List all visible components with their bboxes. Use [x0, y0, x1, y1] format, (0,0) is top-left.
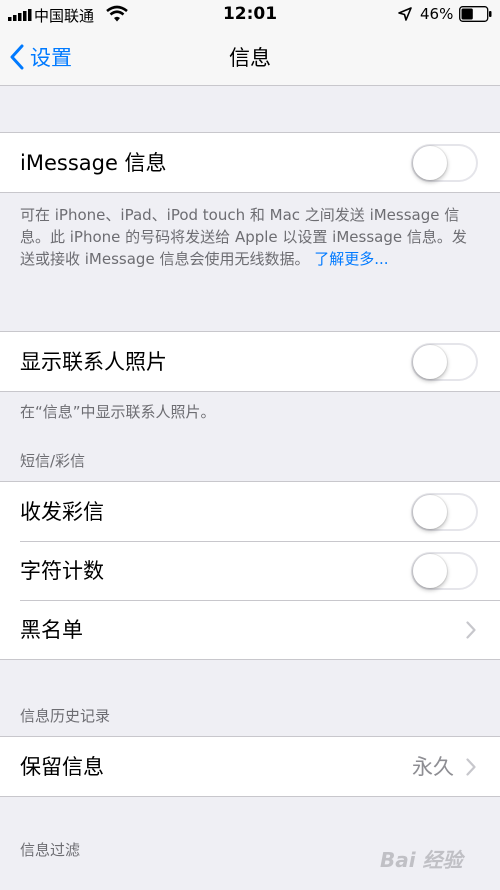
chevron-right-icon [466, 758, 476, 776]
char-count-row: 字符计数 [0, 541, 500, 600]
contact-photos-group: 显示联系人照片 [0, 331, 500, 392]
contact-photos-row: 显示联系人照片 [0, 332, 500, 391]
imessage-label: iMessage 信息 [20, 151, 167, 175]
baidu-watermark: Bai 经验 [380, 834, 495, 882]
char-count-label: 字符计数 [20, 559, 104, 583]
mms-row: 收发彩信 [0, 482, 500, 541]
imessage-footer-text: 可在 iPhone、iPad、iPod touch 和 Mac 之间发送 iMe… [20, 206, 467, 268]
toggle-knob [413, 345, 447, 379]
char-count-toggle[interactable] [411, 552, 478, 590]
keep-messages-row[interactable]: 保留信息 永久 [0, 737, 500, 796]
battery-icon [459, 6, 492, 22]
history-header: 信息历史记录 [20, 707, 111, 725]
keep-messages-label: 保留信息 [20, 755, 104, 779]
chevron-right-icon [466, 621, 476, 639]
sms-mms-header: 短信/彩信 [20, 452, 86, 470]
imessage-row: iMessage 信息 [0, 133, 500, 192]
imessage-toggle[interactable] [411, 144, 478, 182]
mms-label: 收发彩信 [20, 500, 104, 524]
blacklist-row[interactable]: 黑名单 [0, 600, 500, 659]
status-bar: 中国联通 12:01 46% [0, 0, 500, 30]
page-title: 信息 [229, 46, 271, 70]
contact-photos-toggle[interactable] [411, 343, 478, 381]
navigation-bar: 设置 信息 [0, 30, 500, 86]
toggle-knob [413, 146, 447, 180]
watermark-text: Bai 经验 [380, 848, 463, 872]
learn-more-link[interactable]: 了解更多... [314, 250, 388, 268]
history-group: 保留信息 永久 [0, 736, 500, 797]
toggle-knob [413, 495, 447, 529]
location-arrow-icon [398, 7, 412, 21]
filter-header: 信息过滤 [20, 841, 81, 859]
toggle-knob [413, 554, 447, 588]
battery-percent: 46% [420, 5, 454, 23]
contact-photos-footer: 在“信息”中显示联系人照片。 [20, 403, 216, 421]
contact-photos-label: 显示联系人照片 [20, 350, 167, 374]
imessage-footer: 可在 iPhone、iPad、iPod touch 和 Mac 之间发送 iMe… [20, 204, 480, 270]
mms-toggle[interactable] [411, 493, 478, 531]
blacklist-label: 黑名单 [20, 618, 83, 642]
sms-mms-group: 收发彩信 字符计数 黑名单 [0, 481, 500, 660]
imessage-group: iMessage 信息 [0, 132, 500, 193]
keep-messages-value: 永久 [412, 755, 454, 779]
